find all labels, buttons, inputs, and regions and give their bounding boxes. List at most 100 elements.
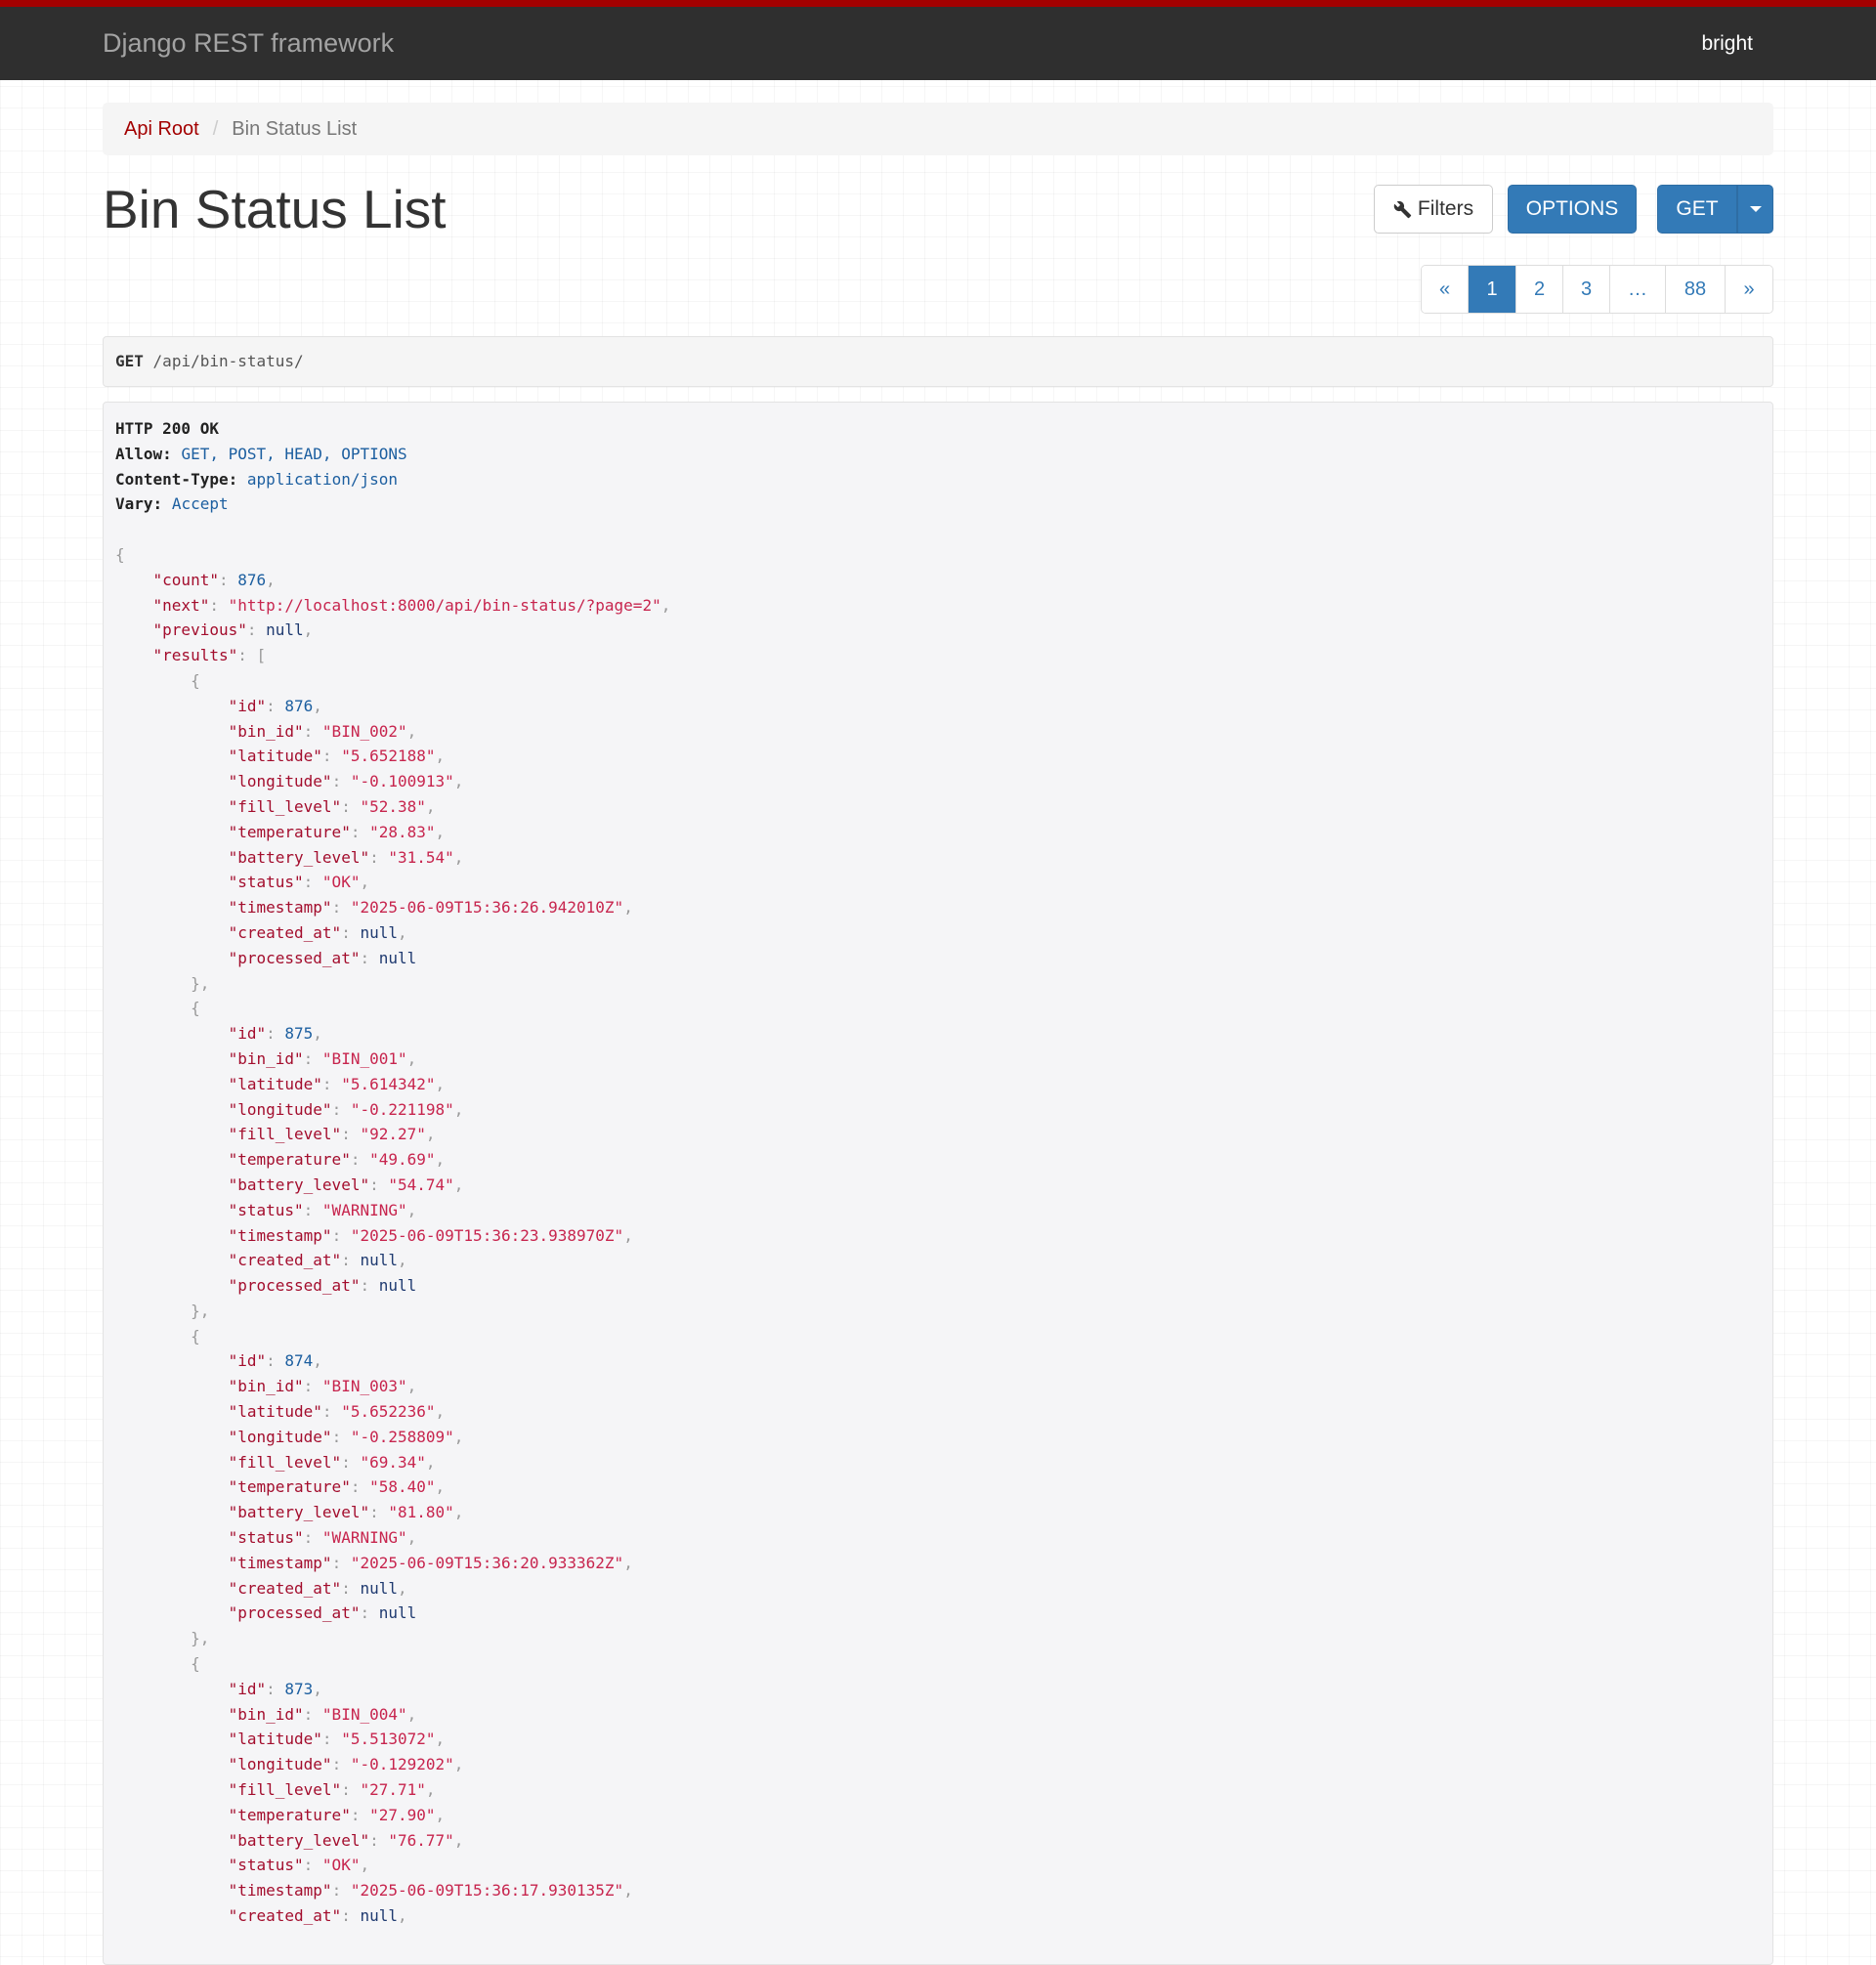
json-key: "longitude" [228, 1755, 332, 1774]
user-menu-link[interactable]: bright [1701, 32, 1753, 56]
json-string: "69.34" [360, 1452, 426, 1472]
json-line: "status": "OK", [228, 873, 370, 892]
json-key: "created_at" [228, 922, 342, 942]
json-key: "timestamp" [228, 898, 332, 918]
get-button[interactable]: GET [1657, 185, 1737, 234]
json-line: { [115, 544, 125, 564]
json-key: "status" [228, 1856, 304, 1875]
json-line: "latitude": "5.614342", [228, 1074, 446, 1093]
json-line: }, [191, 973, 210, 993]
json-string: "WARNING" [321, 1200, 407, 1219]
json-key: "status" [228, 873, 304, 892]
json-null: null [378, 1276, 417, 1296]
allow-header-value: GET, POST, HEAD, OPTIONS [181, 444, 407, 463]
wrench-icon [1393, 200, 1412, 219]
json-string: "5.652236" [341, 1402, 436, 1422]
json-line: "fill_level": "69.34", [228, 1452, 436, 1472]
json-string: "54.74" [388, 1175, 454, 1194]
filters-button[interactable]: Filters [1374, 185, 1493, 234]
json-line: "battery_level": "54.74", [228, 1175, 464, 1194]
json-string: "2025-06-09T15:36:23.938970Z" [350, 1225, 624, 1245]
json-line: "longitude": "-0.100913", [228, 772, 464, 791]
pagination-page-88[interactable]: 88 [1666, 266, 1726, 313]
json-null: null [360, 1906, 398, 1926]
json-string: "81.80" [388, 1503, 454, 1522]
json-line: "temperature": "58.40", [228, 1477, 446, 1497]
json-key: "bin_id" [228, 1048, 304, 1068]
json-key: "created_at" [228, 1906, 342, 1926]
json-number: 876 [237, 570, 267, 589]
json-line: "latitude": "5.652236", [228, 1402, 446, 1422]
content-type-header-value: application/json [246, 469, 398, 489]
pagination-prev[interactable]: « [1422, 266, 1469, 313]
response-json-body: { "count": 876, "next": "http://localhos… [115, 542, 1772, 1929]
allow-header-label: Allow: [115, 444, 172, 463]
json-line: "temperature": "28.83", [228, 822, 446, 841]
json-line: "fill_level": "52.38", [228, 796, 436, 816]
breadcrumb-api-root-link[interactable]: Api Root [124, 118, 199, 140]
json-string: "27.71" [360, 1780, 426, 1800]
breadcrumb-current: Bin Status List [232, 118, 358, 140]
json-string: "-0.221198" [350, 1099, 454, 1119]
json-string: "92.27" [360, 1125, 426, 1144]
navbar-brand[interactable]: Django REST framework [103, 28, 394, 59]
breadcrumb-separator: / [212, 118, 219, 140]
json-line: "battery_level": "76.77", [228, 1830, 464, 1850]
json-string: "OK" [321, 1856, 361, 1875]
json-key: "fill_level" [228, 1452, 342, 1472]
json-string: "2025-06-09T15:36:20.933362Z" [350, 1553, 624, 1572]
json-key: "temperature" [228, 822, 351, 841]
vary-header-label: Vary: [115, 494, 163, 514]
json-key: "fill_level" [228, 1780, 342, 1800]
json-line: "created_at": null, [228, 1906, 407, 1926]
json-line: "status": "WARNING", [228, 1528, 417, 1548]
json-key: "count" [152, 570, 219, 589]
json-string: "28.83" [369, 822, 436, 841]
json-key: "created_at" [228, 1251, 342, 1270]
json-line: "previous": null, [152, 620, 314, 640]
json-key: "id" [228, 1679, 267, 1698]
json-string: "-0.129202" [350, 1755, 454, 1774]
pagination-page-3[interactable]: 3 [1563, 266, 1610, 313]
json-string: "31.54" [388, 847, 454, 867]
json-line: "created_at": null, [228, 1251, 407, 1270]
json-line: "id": 876, [228, 696, 322, 715]
json-key: "temperature" [228, 1477, 351, 1497]
content-type-header-label: Content-Type: [115, 469, 238, 489]
options-button[interactable]: OPTIONS [1508, 185, 1637, 234]
json-key: "id" [228, 1351, 267, 1371]
json-line: "longitude": "-0.221198", [228, 1099, 464, 1119]
json-line: "id": 874, [228, 1351, 322, 1371]
json-line: "processed_at": null [228, 1603, 417, 1623]
response-status: HTTP 200 OK [115, 419, 219, 438]
json-line: "longitude": "-0.258809", [228, 1427, 464, 1446]
json-line: "bin_id": "BIN_004", [228, 1704, 417, 1724]
json-string: "BIN_003" [321, 1377, 407, 1396]
json-string: "52.38" [360, 796, 426, 816]
filters-label: Filters [1417, 197, 1474, 220]
json-string: "49.69" [369, 1150, 436, 1170]
pagination-next[interactable]: » [1726, 266, 1772, 313]
json-key: "id" [228, 696, 267, 715]
json-key: "longitude" [228, 772, 332, 791]
json-line: "battery_level": "81.80", [228, 1503, 464, 1522]
vary-header-value: Accept [171, 494, 229, 514]
json-line: "timestamp": "2025-06-09T15:36:17.930135… [228, 1881, 633, 1901]
json-line: "bin_id": "BIN_001", [228, 1048, 417, 1068]
json-key: "temperature" [228, 1150, 351, 1170]
json-null: null [378, 1603, 417, 1623]
json-key: "processed_at" [228, 948, 361, 967]
json-string: "http://localhost:8000/api/bin-status/?p… [228, 595, 661, 615]
json-string: "-0.100913" [350, 772, 454, 791]
json-key: "battery_level" [228, 1503, 370, 1522]
json-null: null [360, 1251, 398, 1270]
json-key: "longitude" [228, 1427, 332, 1446]
json-string: "-0.258809" [350, 1427, 454, 1446]
json-null: null [378, 948, 417, 967]
pagination-page-1[interactable]: 1 [1469, 266, 1516, 313]
pagination-page-2[interactable]: 2 [1516, 266, 1563, 313]
json-line: }, [191, 1301, 210, 1320]
json-string: "58.40" [369, 1477, 436, 1497]
json-line: "bin_id": "BIN_002", [228, 721, 417, 741]
get-format-dropdown[interactable] [1737, 185, 1773, 234]
